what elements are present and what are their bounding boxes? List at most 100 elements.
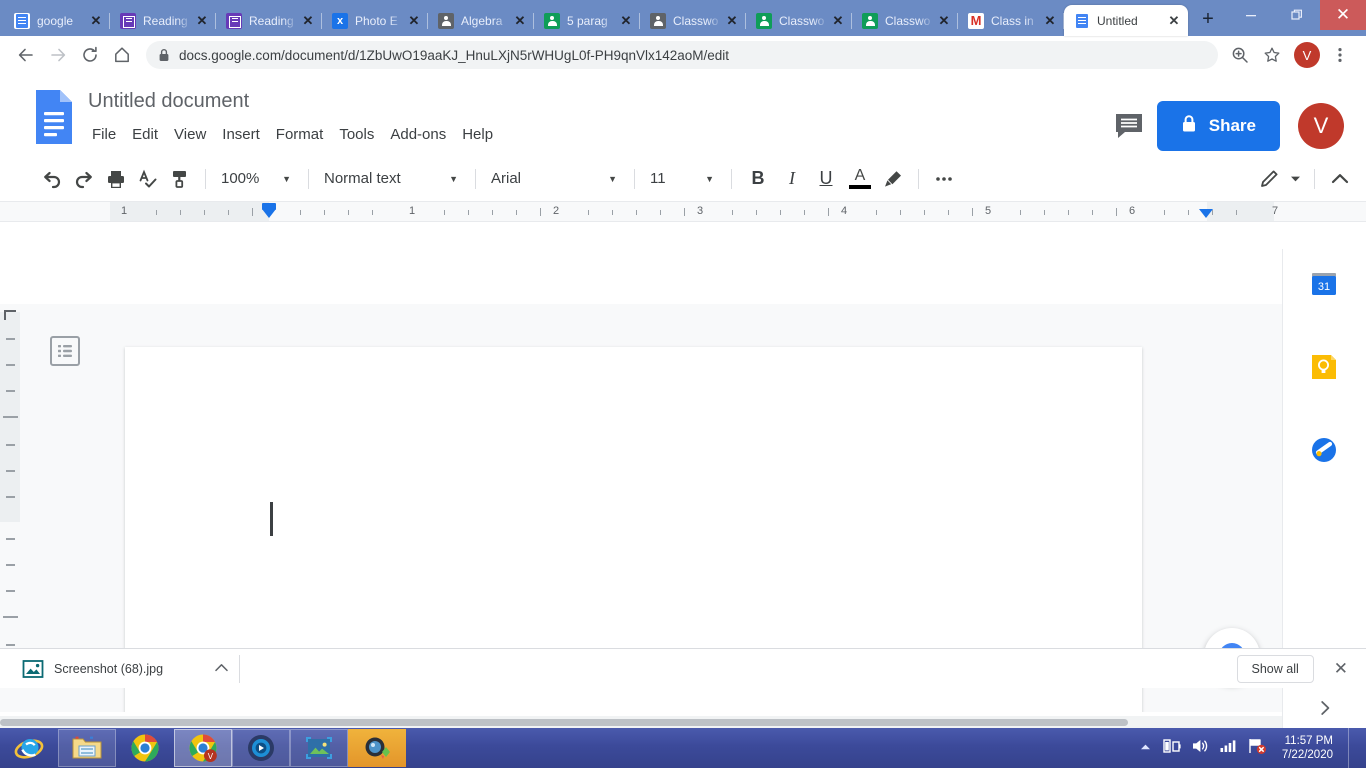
network-signal-icon[interactable] <box>1219 737 1238 760</box>
reload-button[interactable] <box>74 39 106 71</box>
volume-icon[interactable] <box>1191 737 1210 760</box>
undo-icon[interactable] <box>36 163 68 195</box>
tab-close-icon[interactable]: ✕ <box>936 13 952 29</box>
ruler-number: 5 <box>984 205 992 217</box>
chevron-up-icon[interactable] <box>215 663 228 675</box>
font-family-value: Arial <box>491 170 522 187</box>
browser-tab[interactable]: google ✕ <box>4 5 110 36</box>
internet-explorer-icon[interactable] <box>0 729 58 767</box>
gmail-icon <box>968 12 984 29</box>
text-color-button[interactable]: A <box>843 163 877 195</box>
address-bar[interactable]: docs.google.com/document/d/1ZbUwO19aaKJ_… <box>146 41 1218 69</box>
editing-mode-pencil-icon[interactable] <box>1253 163 1285 195</box>
close-window-button[interactable]: ✕ <box>1320 0 1366 30</box>
underline-button[interactable]: U <box>809 163 843 195</box>
tab-close-icon[interactable]: ✕ <box>618 13 634 29</box>
back-button[interactable] <box>10 39 42 71</box>
tab-close-icon[interactable]: ✕ <box>88 13 104 29</box>
share-button[interactable]: Share <box>1156 101 1280 151</box>
docs-header: Untitled document File Edit View Insert … <box>0 74 1366 156</box>
menu-view[interactable]: View <box>166 122 214 148</box>
google-docs-logo-icon[interactable] <box>32 88 76 146</box>
photo-editor-app-icon[interactable] <box>348 729 406 767</box>
browser-tab[interactable]: Classwo ✕ <box>852 5 958 36</box>
network-error-icon[interactable] <box>1247 737 1267 760</box>
browser-tab[interactable]: Class in ✕ <box>958 5 1064 36</box>
menu-add-ons[interactable]: Add-ons <box>382 122 454 148</box>
document-outline-icon[interactable] <box>50 336 80 366</box>
bookmark-star-icon[interactable] <box>1256 39 1288 71</box>
browser-profile-avatar[interactable]: V <box>1294 42 1320 68</box>
font-family-select[interactable]: Arial ▼ <box>485 164 625 194</box>
google-calendar-icon[interactable]: 31 <box>1309 269 1339 299</box>
tab-close-icon[interactable]: ✕ <box>830 13 846 29</box>
chrome-icon[interactable] <box>116 729 174 767</box>
tab-close-icon[interactable]: ✕ <box>724 13 740 29</box>
show-desktop-button[interactable] <box>1348 728 1358 768</box>
tab-close-icon[interactable]: ✕ <box>1166 13 1182 29</box>
editing-mode-chevron-down-icon[interactable] <box>1285 163 1305 195</box>
forward-button[interactable] <box>42 39 74 71</box>
browser-tab[interactable]: Classwo ✕ <box>640 5 746 36</box>
taskbar-clock[interactable]: 11:57 PM 7/22/2020 <box>1276 734 1339 762</box>
browser-tab[interactable]: Photo E ✕ <box>322 5 428 36</box>
media-player-icon[interactable] <box>232 729 290 767</box>
bold-button[interactable]: B <box>741 163 775 195</box>
tab-close-icon[interactable]: ✕ <box>512 13 528 29</box>
font-size-select[interactable]: 11 ▼ <box>644 164 722 194</box>
menu-tools[interactable]: Tools <box>331 122 382 148</box>
new-tab-button[interactable]: + <box>1194 6 1222 34</box>
download-item[interactable]: Screenshot (68).jpg <box>12 654 240 683</box>
tray-overflow-icon[interactable] <box>1138 743 1153 753</box>
print-icon[interactable] <box>100 163 132 195</box>
comment-icon[interactable] <box>1109 106 1149 146</box>
photo-editor-icon <box>332 12 348 29</box>
google-tasks-icon[interactable] <box>1309 435 1339 465</box>
paint-format-icon[interactable] <box>164 163 196 195</box>
image-file-icon <box>22 658 44 680</box>
browser-tab[interactable]: 5 parag ✕ <box>534 5 640 36</box>
browser-tab[interactable]: Classwo ✕ <box>746 5 852 36</box>
battery-icon[interactable] <box>1162 737 1182 760</box>
menu-file[interactable]: File <box>84 122 124 148</box>
browser-tab[interactable]: Algebra ✕ <box>428 5 534 36</box>
close-download-bar-icon[interactable]: ✕ <box>1328 659 1354 679</box>
hide-menus-collapse-icon[interactable] <box>1324 163 1356 195</box>
menu-edit[interactable]: Edit <box>124 122 166 148</box>
redo-icon[interactable] <box>68 163 100 195</box>
chevron-right-icon[interactable] <box>1313 696 1337 720</box>
maximize-restore-button[interactable] <box>1274 0 1320 30</box>
browser-tab[interactable]: Reading ✕ <box>110 5 216 36</box>
show-all-downloads-button[interactable]: Show all <box>1236 654 1314 683</box>
highlighter-icon[interactable] <box>877 163 909 195</box>
document-title[interactable]: Untitled document <box>84 86 253 116</box>
menu-insert[interactable]: Insert <box>214 122 268 148</box>
horizontal-scrollbar-thumb[interactable] <box>0 719 1128 726</box>
paragraph-style-select[interactable]: Normal text ▼ <box>318 164 466 194</box>
tab-close-icon[interactable]: ✕ <box>406 13 422 29</box>
italic-button[interactable]: I <box>775 163 809 195</box>
tab-close-icon[interactable]: ✕ <box>194 13 210 29</box>
zoom-select[interactable]: 100% ▼ <box>215 164 299 194</box>
horizontal-scrollbar[interactable] <box>0 716 1282 728</box>
tab-close-icon[interactable]: ✕ <box>300 13 316 29</box>
zoom-indicator-icon[interactable] <box>1224 39 1256 71</box>
more-options-icon[interactable] <box>928 163 960 195</box>
active-browser-tab[interactable]: Untitled ✕ <box>1064 5 1188 36</box>
tab-close-icon[interactable]: ✕ <box>1042 13 1058 29</box>
photos-icon[interactable] <box>290 729 348 767</box>
menu-format[interactable]: Format <box>268 122 332 148</box>
account-avatar[interactable]: V <box>1298 103 1344 149</box>
minimize-button[interactable] <box>1228 0 1274 30</box>
chrome-profile-icon[interactable]: V <box>174 729 232 767</box>
spellcheck-icon[interactable] <box>132 163 164 195</box>
menu-help[interactable]: Help <box>454 122 501 148</box>
browser-tab[interactable]: Reading ✕ <box>216 5 322 36</box>
google-keep-icon[interactable] <box>1309 352 1339 382</box>
horizontal-ruler[interactable]: 1 1 2 3 4 5 6 7 <box>0 202 1366 222</box>
docs-header-actions: Share V <box>1109 82 1366 156</box>
tab-title: Class in <box>991 13 1034 28</box>
chrome-menu-icon[interactable] <box>1324 39 1356 71</box>
file-explorer-icon[interactable] <box>58 729 116 767</box>
home-button[interactable] <box>106 39 138 71</box>
